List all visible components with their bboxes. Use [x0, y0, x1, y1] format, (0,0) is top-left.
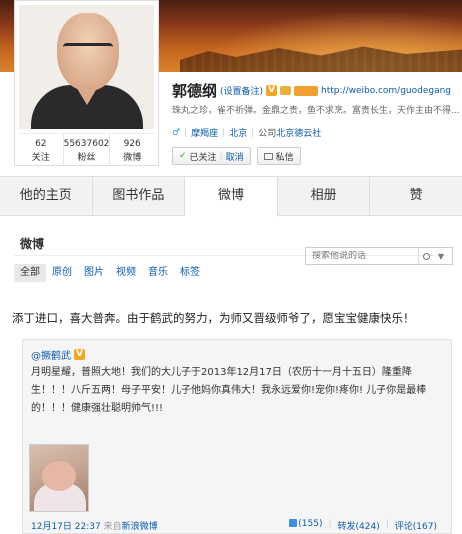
avatar-card: 62 关注 55637602 粉丝 926 微博: [14, 0, 159, 166]
filter-tags[interactable]: 标签: [174, 264, 206, 282]
constellation-link[interactable]: 摩羯座: [191, 126, 218, 139]
tab-album[interactable]: 相册: [278, 177, 371, 215]
follow-actions: ✓ 已关注 | 取消 私信: [172, 147, 301, 165]
stat-weibo-count: 926: [123, 139, 141, 149]
comment-button[interactable]: 评论(167): [395, 519, 437, 532]
chevron-down-icon[interactable]: ▼: [434, 252, 448, 261]
filter-music[interactable]: 音乐: [142, 264, 174, 282]
feed-search-input[interactable]: [312, 251, 418, 261]
repost-text: 月明星耀，普照大地！我们的大儿子于2013年12月17日（农历十一月十五日）隆重…: [31, 367, 427, 414]
stat-weibo[interactable]: 926 微博: [110, 134, 154, 165]
company-link[interactable]: 北京德云社: [276, 126, 321, 139]
search-icon[interactable]: [418, 248, 434, 264]
repost-source-prefix: 来自: [103, 522, 122, 532]
profile-url-link[interactable]: http://weibo.com/guodegang: [321, 86, 451, 96]
profile-meta: ♂ | 摩羯座 | 北京 | 公司 北京德云社: [172, 126, 322, 140]
repost-card: @撅鹤武 V 月明星耀，普照大地！我们的大儿子于2013年12月17日（农历十一…: [22, 339, 452, 534]
repost-button[interactable]: 转发(424): [338, 519, 380, 532]
location-link[interactable]: 北京: [229, 126, 247, 139]
stat-fans-count: 55637602: [63, 139, 110, 149]
gender-male-icon: ♂: [172, 127, 181, 138]
verified-badge-icon[interactable]: V: [266, 85, 278, 96]
crown-icon[interactable]: [280, 86, 292, 95]
stat-fans-label: 粉丝: [77, 153, 96, 163]
envelope-icon: [263, 152, 273, 160]
stat-following[interactable]: 62 关注: [19, 134, 64, 165]
stat-following-count: 62: [35, 139, 47, 149]
followed-label: 已关注: [189, 152, 217, 163]
thumbs-up-icon: [289, 519, 298, 527]
repost-time-link[interactable]: 12月17日 22:37: [31, 522, 101, 532]
tab-home[interactable]: 他的主页: [0, 177, 93, 215]
member-badge-icon[interactable]: [294, 85, 319, 96]
repost-source-link[interactable]: 新浪微博: [122, 522, 158, 532]
tab-likes[interactable]: 赞: [370, 177, 462, 215]
profile-tabs: 他的主页 图书作品 微博 相册 赞: [0, 176, 462, 217]
filter-original[interactable]: 原创: [46, 264, 78, 282]
profile-name: 郭德纲: [172, 82, 218, 100]
stat-fans[interactable]: 55637602 粉丝: [64, 134, 111, 165]
repost-photo-thumbnail[interactable]: [29, 444, 89, 512]
company-prefix: 公司: [258, 129, 277, 139]
like-button[interactable]: (155): [289, 519, 323, 532]
profile-stats: 62 关注 55637602 粉丝 926 微博: [19, 133, 154, 165]
unfollow-link[interactable]: 取消: [226, 150, 244, 163]
profile-name-row: 郭德纲 (设置备注) V http://weibo.com/guodegang: [172, 80, 451, 101]
filter-all[interactable]: 全部: [14, 264, 46, 282]
feed-search: ▼: [305, 247, 453, 265]
feed-filters: 全部 原创 图片 视频 音乐 标签: [14, 264, 206, 282]
private-message-label: 私信: [275, 152, 294, 163]
filter-videos[interactable]: 视频: [110, 264, 142, 282]
avatar[interactable]: [19, 5, 154, 129]
repost-author-row: @撅鹤武 V: [31, 347, 85, 362]
check-icon: ✓: [179, 151, 187, 161]
repost-actions: (155) | 转发(424) | 评论(167): [289, 519, 437, 532]
repost-author-link[interactable]: @撅鹤武: [31, 347, 71, 362]
post-text: 添丁进口，喜大普奔。由于鹤武的努力，为师又晋级师爷了，愿宝宝健康快乐！: [12, 311, 415, 325]
like-count: (155): [298, 519, 323, 529]
tab-books[interactable]: 图书作品: [93, 177, 186, 215]
set-remark-link[interactable]: (设置备注): [220, 84, 263, 97]
private-message-button[interactable]: 私信: [256, 147, 301, 165]
follow-status-button[interactable]: ✓ 已关注 | 取消: [172, 147, 251, 165]
profile-intro: 珠丸之珍，雀不祈弹。金鼎之贵，鱼不求烹。富贵长生，天作主由不得...: [172, 106, 460, 116]
filter-images[interactable]: 图片: [78, 264, 110, 282]
feed-title: 微博: [20, 237, 45, 251]
verified-badge-icon[interactable]: V: [74, 349, 85, 360]
repost-footer: 12月17日 22:37 来自新浪微博: [31, 519, 158, 532]
stat-weibo-label: 微博: [123, 153, 142, 163]
stat-following-label: 关注: [31, 153, 50, 163]
tab-weibo[interactable]: 微博: [185, 177, 278, 217]
